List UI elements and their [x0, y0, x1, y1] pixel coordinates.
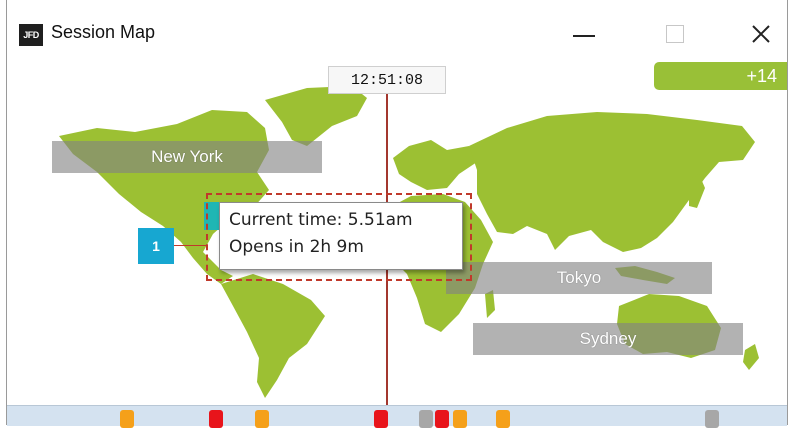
title-bar[interactable]: JFD Session Map	[7, 0, 787, 62]
callout-highlight-box	[206, 193, 472, 281]
timeline-marker[interactable]	[705, 410, 719, 428]
close-icon	[752, 25, 770, 43]
timeline-marker[interactable]	[419, 410, 433, 428]
minimize-icon	[573, 35, 595, 37]
timeline-marker[interactable]	[374, 410, 388, 428]
timeline-marker[interactable]	[209, 410, 223, 428]
asia-shape	[469, 112, 755, 252]
maximize-button[interactable]	[653, 14, 697, 54]
minimize-button[interactable]	[562, 14, 606, 54]
session-label-new-york[interactable]: New York	[52, 141, 322, 173]
close-button[interactable]	[739, 14, 783, 54]
session-label-sydney[interactable]: Sydney	[473, 323, 743, 355]
madagascar-shape	[485, 290, 495, 318]
more-sessions-badge[interactable]: +14	[654, 62, 787, 90]
maximize-icon	[666, 25, 684, 43]
south-america-shape	[221, 274, 325, 398]
current-time-display: 12:51:08	[328, 66, 446, 94]
jfd-logo-icon: JFD	[19, 24, 43, 46]
timeline-marker[interactable]	[435, 410, 449, 428]
timeline-marker[interactable]	[496, 410, 510, 428]
europe-shape	[393, 140, 477, 190]
timeline-marker[interactable]	[453, 410, 467, 428]
timeline-marker[interactable]	[120, 410, 134, 428]
callout-connector	[174, 245, 206, 246]
window-title: Session Map	[51, 22, 156, 42]
new-zealand-shape	[743, 344, 759, 370]
world-map[interactable]: 12:51:08 +14 New York Tokyo Sydney Curre…	[7, 62, 787, 405]
session-label-tokyo[interactable]: Tokyo	[446, 262, 712, 294]
greenland-shape	[265, 86, 367, 146]
callout-number-badge: 1	[138, 228, 174, 264]
session-map-window: JFD Session Map 12:51:08 +14 New York To…	[6, 0, 788, 428]
timeline-marker[interactable]	[255, 410, 269, 428]
session-timeline-bar[interactable]	[7, 405, 787, 428]
